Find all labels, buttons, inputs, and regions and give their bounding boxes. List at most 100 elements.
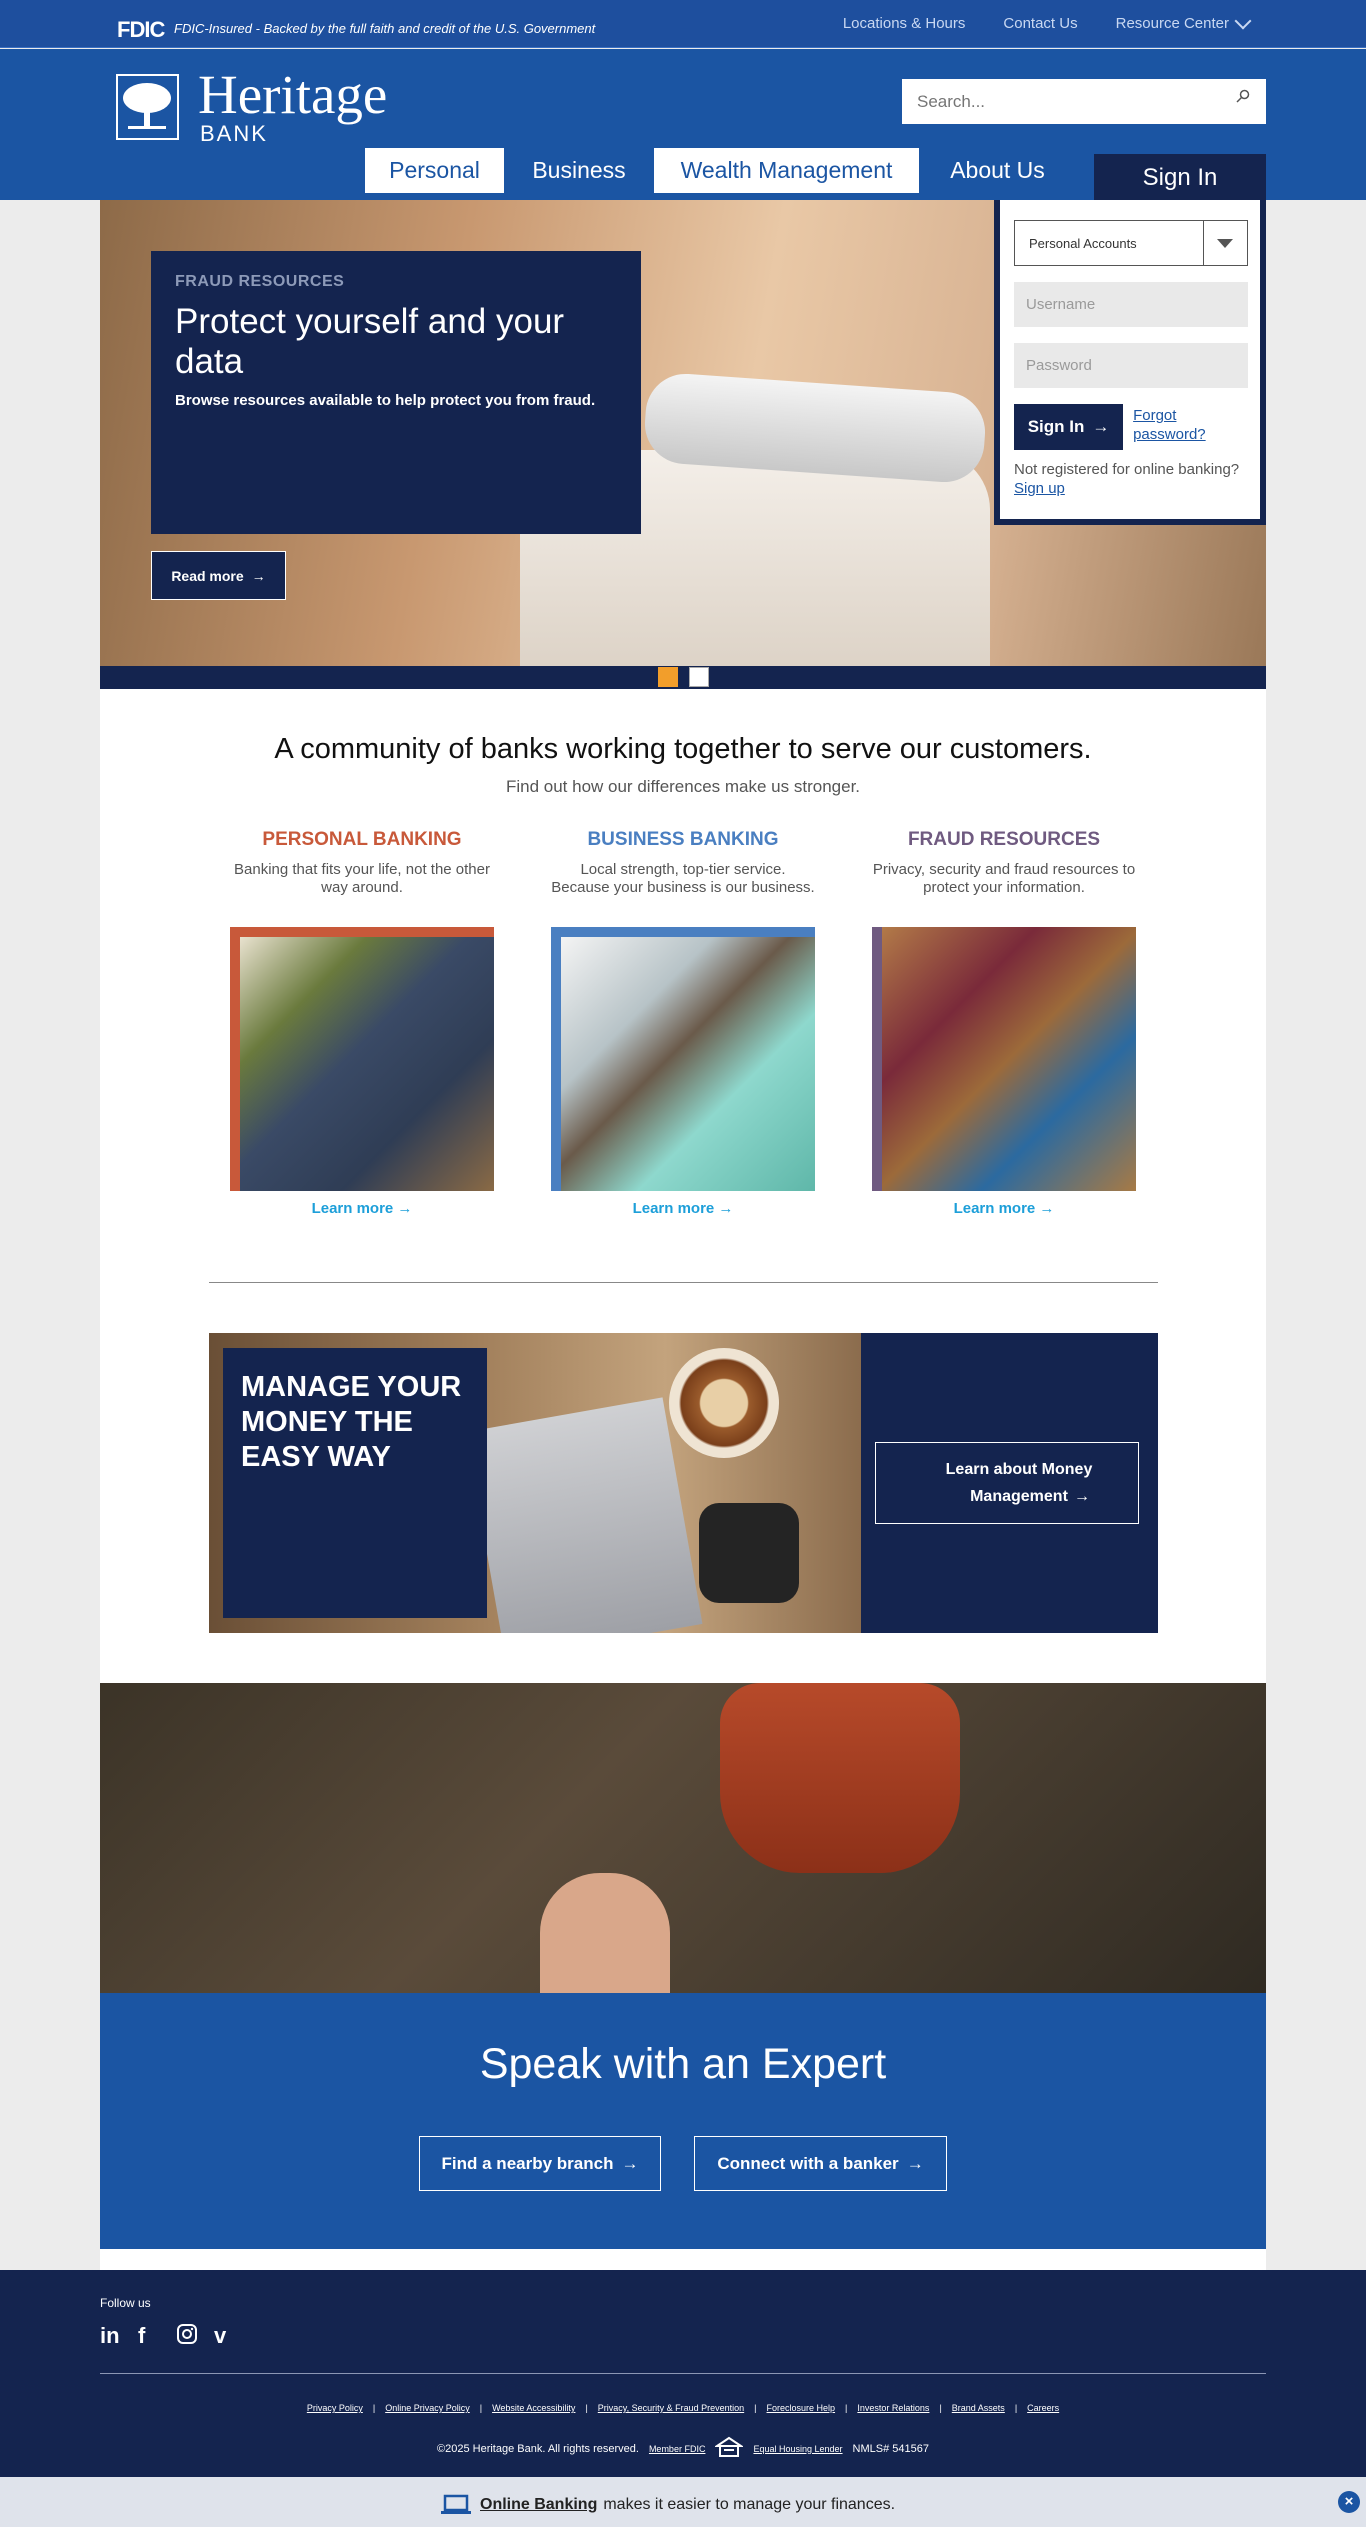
- footer-link[interactable]: Careers: [1027, 2403, 1059, 2413]
- locations-link[interactable]: Locations & Hours: [843, 15, 966, 32]
- social-links: in f v: [100, 2323, 238, 2349]
- fraud-learn-more-link[interactable]: Learn more →: [872, 1200, 1136, 1217]
- footer-link[interactable]: Website Accessibility: [492, 2403, 575, 2413]
- footer-link[interactable]: Investor Relations: [857, 2403, 929, 2413]
- copyright-row: ©2025 Heritage Bank. All rights reserved…: [100, 2436, 1266, 2461]
- arrow-right-icon: →: [621, 2153, 639, 2173]
- arrow-right-icon: →: [1035, 1200, 1055, 1217]
- close-icon[interactable]: ×: [1338, 2491, 1360, 2513]
- hero-kicker: FRAUD RESOURCES: [175, 273, 345, 290]
- signin-box: Personal Accounts Username Password Sign…: [994, 200, 1266, 525]
- expert-panel: [100, 1993, 1266, 2249]
- manage-money-title: MANAGE YOUR MONEY THE EASY WAY: [223, 1348, 487, 1618]
- community-title: A community of banks working together to…: [274, 733, 1092, 765]
- fdic-bar: FDIC FDIC-Insured - Backed by the full f…: [0, 0, 1366, 48]
- signin-button[interactable]: Sign In →: [1014, 404, 1124, 450]
- footer-link[interactable]: Privacy Policy: [307, 2403, 363, 2413]
- learn-more-label: Learn more: [953, 1200, 1036, 1217]
- footer-link[interactable]: Brand Assets: [952, 2403, 1005, 2413]
- resource-center-link[interactable]: Resource Center: [1115, 12, 1252, 32]
- money-management-button[interactable]: Learn about Money Management →: [875, 1442, 1139, 1524]
- search-input[interactable]: [902, 79, 1266, 124]
- copyright-text: ©2025 Heritage Bank. All rights reserved…: [437, 2442, 639, 2455]
- column-desc: Banking that fits your life, not the oth…: [234, 861, 490, 896]
- nav-wealth-management[interactable]: Wealth Management: [654, 148, 919, 193]
- contact-link[interactable]: Contact Us: [1003, 15, 1077, 32]
- carousel-bar: [100, 666, 1266, 689]
- fdic-text: FDIC-Insured - Backed by the full faith …: [174, 21, 596, 36]
- carousel-dot-2[interactable]: [689, 667, 709, 687]
- personal-learn-more-link[interactable]: Learn more →: [230, 1200, 494, 1217]
- footer-link[interactable]: Online Privacy Policy: [385, 2403, 470, 2413]
- signin-tab[interactable]: Sign In: [1094, 154, 1266, 201]
- connect-banker-label: Connect with a banker: [717, 2153, 899, 2173]
- hand-shape: [540, 1873, 670, 1993]
- chevron-down-icon: [1234, 12, 1252, 29]
- business-learn-more-link[interactable]: Learn more →: [551, 1200, 815, 1217]
- search-icon[interactable]: [1236, 89, 1250, 103]
- not-registered-text: Not registered for online banking? Sign …: [1014, 460, 1246, 498]
- hero-card: FRAUD RESOURCES Protect yourself and you…: [151, 251, 641, 534]
- arrow-right-icon: →: [714, 1200, 734, 1217]
- footer-link[interactable]: Privacy, Security & Fraud Prevention: [598, 2403, 744, 2413]
- fraud-resources-image[interactable]: [872, 927, 1136, 1191]
- footer-rule: [100, 2373, 1266, 2374]
- not-registered-label: Not registered for online banking?: [1014, 461, 1240, 478]
- equal-housing-icon: [714, 2436, 745, 2461]
- jacket-shape: [720, 1683, 960, 1873]
- arrow-right-icon: →: [1074, 1487, 1090, 1505]
- camera-shape: [699, 1503, 799, 1603]
- account-type-select[interactable]: Personal Accounts: [1014, 220, 1248, 266]
- carousel-dot-1[interactable]: [658, 667, 678, 687]
- expert-image: [100, 1683, 1266, 1993]
- arrow-right-icon: →: [393, 1200, 413, 1217]
- footer-separator: |: [479, 2403, 483, 2413]
- footer-separator: |: [939, 2403, 942, 2413]
- member-fdic-link[interactable]: Member FDIC: [649, 2444, 706, 2454]
- column-title: PERSONAL BANKING: [262, 829, 462, 850]
- equal-housing-link[interactable]: Equal Housing Lender: [753, 2444, 842, 2454]
- linkedin-icon[interactable]: in: [100, 2323, 124, 2349]
- business-banking-column: BUSINESS BANKING Local strength, top-tie…: [551, 829, 815, 897]
- footer-separator: |: [754, 2403, 757, 2413]
- fraud-resources-column: FRAUD RESOURCES Privacy, security and fr…: [872, 829, 1136, 897]
- business-banking-image[interactable]: [551, 927, 815, 1191]
- column-title: BUSINESS BANKING: [587, 829, 779, 850]
- laptop-icon: [441, 2494, 471, 2514]
- community-subtitle: Find out how our differences make us str…: [505, 777, 861, 796]
- hero-title: Protect yourself and your data: [175, 302, 565, 381]
- signin-button-label: Sign In: [1027, 417, 1085, 436]
- resource-center-label: Resource Center: [1115, 15, 1229, 32]
- banner-message: makes it easier to manage your finances.: [603, 2496, 896, 2513]
- password-field[interactable]: Password: [1014, 343, 1248, 388]
- coffee-cup-shape: [669, 1348, 779, 1458]
- learn-more-label: Learn more: [632, 1200, 715, 1217]
- nmls-text: NMLS# 541567: [852, 2442, 929, 2455]
- arrow-right-icon: →: [1092, 417, 1110, 436]
- personal-banking-image[interactable]: [230, 927, 494, 1191]
- username-field[interactable]: Username: [1014, 282, 1248, 327]
- read-more-button[interactable]: Read more →: [151, 551, 286, 600]
- column-title: FRAUD RESOURCES: [907, 829, 1101, 850]
- learn-more-label: Learn more: [311, 1200, 394, 1217]
- laptop-shape: [465, 1397, 703, 1633]
- find-branch-label: Find a nearby branch: [441, 2153, 614, 2173]
- instagram-icon[interactable]: [176, 2323, 200, 2349]
- vimeo-icon[interactable]: v: [214, 2323, 238, 2349]
- column-desc: Privacy, security and fraud resources to…: [872, 861, 1136, 896]
- tree-logo-icon[interactable]: [116, 74, 179, 140]
- nav-about-us[interactable]: About Us: [919, 148, 1076, 193]
- find-branch-button[interactable]: Find a nearby branch →: [419, 2136, 661, 2191]
- expert-title: Speak with an Expert: [479, 2040, 887, 2088]
- facebook-icon[interactable]: f: [138, 2323, 162, 2349]
- online-banking-link[interactable]: Online Banking: [480, 2496, 597, 2514]
- signup-link[interactable]: Sign up: [1014, 480, 1065, 497]
- connect-banker-button[interactable]: Connect with a banker →: [694, 2136, 947, 2191]
- read-more-label: Read more: [171, 567, 244, 584]
- nav-personal[interactable]: Personal: [365, 148, 504, 193]
- nav-business[interactable]: Business: [504, 148, 654, 193]
- section-divider: [209, 1282, 1158, 1283]
- brand-name[interactable]: Heritage: [198, 67, 387, 122]
- forgot-password-link[interactable]: Forgot password?: [1133, 406, 1246, 444]
- footer-link[interactable]: Foreclosure Help: [767, 2403, 836, 2413]
